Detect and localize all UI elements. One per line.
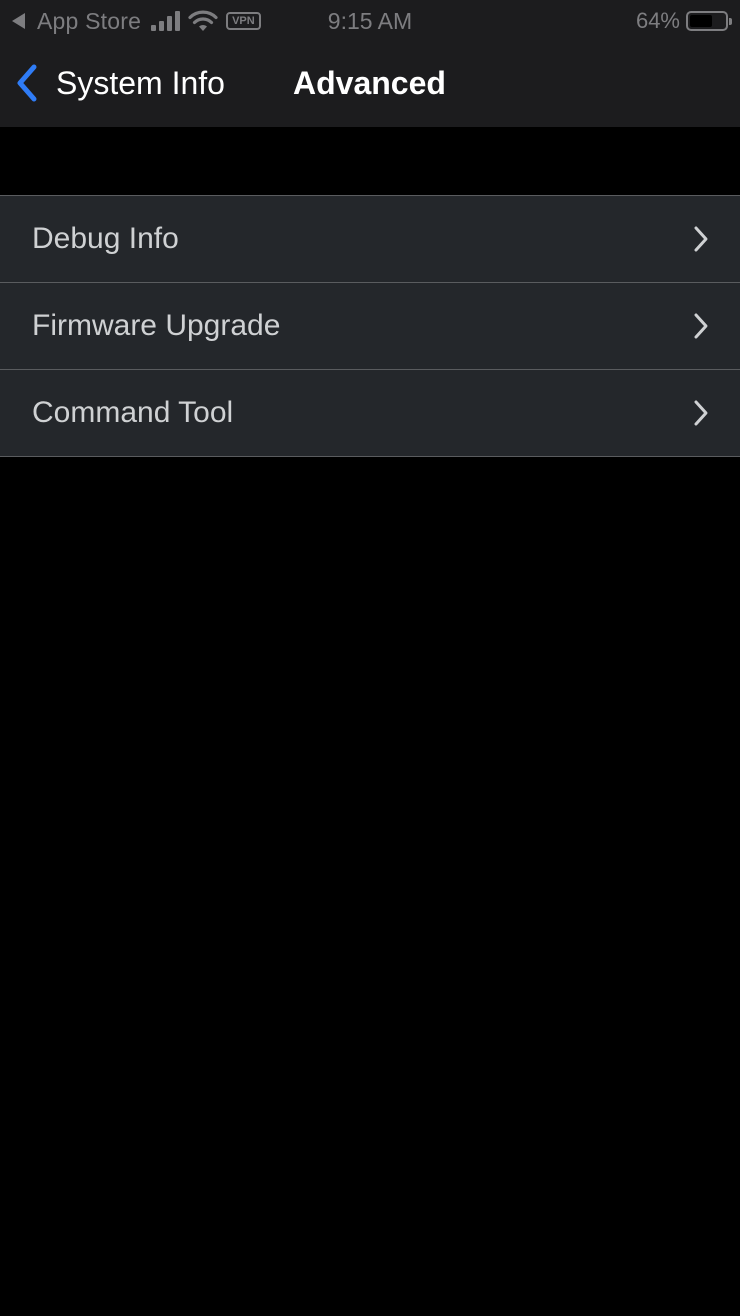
- chevron-right-icon: [694, 226, 708, 252]
- page-title: Advanced: [293, 65, 446, 101]
- nav-bar: System Info Advanced: [0, 42, 740, 127]
- chevron-right-icon: [694, 400, 708, 426]
- chevron-right-icon: [694, 313, 708, 339]
- screen: App Store VPN 9:15 AM 64% System Info Ad…: [0, 0, 740, 1316]
- back-button[interactable]: System Info: [14, 60, 225, 106]
- list-item-firmware-upgrade[interactable]: Firmware Upgrade: [0, 283, 740, 370]
- battery-percent: 64%: [635, 8, 680, 33]
- status-right: 64%: [635, 6, 732, 36]
- battery-cap: [729, 18, 732, 25]
- status-time: 9:15 AM: [327, 8, 413, 34]
- battery-level: [690, 15, 712, 27]
- settings-list: Debug Info Firmware Upgrade Command Tool: [0, 195, 740, 457]
- list-item-label: Firmware Upgrade: [32, 309, 281, 342]
- battery-icon: [686, 11, 732, 31]
- list-item-debug-info[interactable]: Debug Info: [0, 196, 740, 283]
- list-item-command-tool[interactable]: Command Tool: [0, 370, 740, 457]
- back-button-label: System Info: [56, 64, 225, 101]
- chevron-left-icon: [17, 64, 37, 102]
- status-bar: App Store VPN 9:15 AM 64%: [0, 0, 740, 42]
- list-item-label: Command Tool: [32, 396, 234, 429]
- list-item-label: Debug Info: [32, 222, 179, 255]
- header: App Store VPN 9:15 AM 64% System Info Ad…: [0, 0, 740, 127]
